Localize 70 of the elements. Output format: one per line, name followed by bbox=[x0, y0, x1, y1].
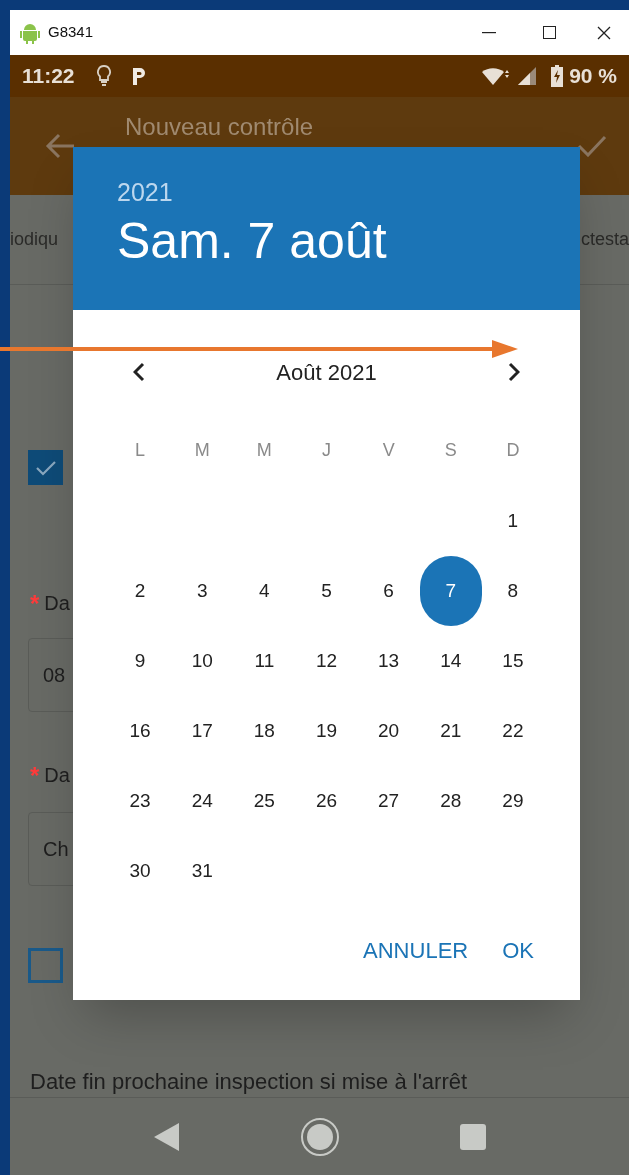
close-icon bbox=[597, 25, 611, 40]
checkbox[interactable] bbox=[28, 450, 63, 485]
back-arrow-icon[interactable] bbox=[45, 133, 75, 159]
checkbox[interactable] bbox=[28, 948, 63, 983]
calendar-day[interactable]: 14 bbox=[425, 636, 476, 686]
field-label: Da bbox=[44, 591, 70, 616]
battery-charging-icon bbox=[551, 65, 564, 87]
calendar-day[interactable]: 8 bbox=[487, 566, 538, 616]
dialog-button[interactable]: ANNULER bbox=[357, 930, 475, 970]
maximize-icon bbox=[542, 26, 556, 39]
calendar-day[interactable]: 9 bbox=[115, 636, 166, 686]
calendar-day[interactable]: 10 bbox=[177, 636, 228, 686]
calendar-day[interactable]: 23 bbox=[115, 776, 166, 826]
calendar-day[interactable]: 29 bbox=[487, 776, 538, 826]
calendar-day[interactable]: 30 bbox=[115, 846, 166, 896]
check-icon[interactable] bbox=[577, 135, 607, 157]
chevron-right-icon bbox=[508, 362, 520, 382]
calendar-day[interactable]: 19 bbox=[301, 706, 352, 756]
calendar-day[interactable]: 11 bbox=[239, 636, 290, 686]
recents-nav-icon[interactable] bbox=[459, 1123, 486, 1150]
calendar-day[interactable]: 25 bbox=[239, 776, 290, 826]
calendar-day[interactable]: 5 bbox=[301, 566, 352, 616]
screen-title: Nouveau contrôle bbox=[125, 114, 314, 140]
calendar-day[interactable]: 4 bbox=[239, 566, 290, 616]
calendar-day[interactable]: 28 bbox=[425, 776, 476, 826]
weekday-label: V bbox=[381, 438, 396, 462]
calendar-day[interactable]: 13 bbox=[363, 636, 414, 686]
calendar-day[interactable]: 24 bbox=[177, 776, 228, 826]
calendar-day[interactable]: 2 bbox=[115, 566, 166, 616]
weekday-label: D bbox=[505, 438, 521, 462]
minimize-icon bbox=[482, 31, 496, 34]
weekday-label: J bbox=[321, 438, 332, 462]
weekday-label: M bbox=[255, 438, 273, 462]
signal-icon bbox=[517, 66, 538, 86]
calendar-day[interactable]: 16 bbox=[115, 706, 166, 756]
calendar-day[interactable]: 18 bbox=[239, 706, 290, 756]
android-icon bbox=[20, 21, 40, 44]
check-icon bbox=[34, 459, 57, 476]
wifi-icon bbox=[481, 66, 512, 86]
selected-date[interactable]: Sam. 7 août bbox=[117, 211, 387, 271]
calendar-day[interactable]: 17 bbox=[177, 706, 228, 756]
calendar-day[interactable]: 27 bbox=[363, 776, 414, 826]
calendar-day[interactable]: 6 bbox=[363, 566, 414, 616]
home-nav-icon[interactable] bbox=[299, 1116, 340, 1157]
back-nav-icon[interactable] bbox=[153, 1122, 180, 1151]
weekday-label: L bbox=[134, 438, 147, 462]
calendar-day[interactable]: 7 bbox=[419, 556, 482, 626]
p-icon bbox=[130, 66, 146, 86]
required-asterisk: * bbox=[30, 760, 40, 791]
required-asterisk: * bbox=[30, 588, 40, 619]
calendar-day[interactable]: 31 bbox=[177, 846, 228, 896]
dialog-button[interactable]: OK bbox=[496, 930, 540, 970]
clock: 11:22 bbox=[22, 63, 75, 90]
chevron-left-icon bbox=[133, 362, 145, 382]
field-label: Da bbox=[44, 763, 70, 788]
field-label: Date fin prochaine inspection si mise à l'arrêt bbox=[29, 1068, 468, 1095]
weekday-label: S bbox=[443, 438, 458, 462]
calendar-day[interactable]: 15 bbox=[487, 636, 538, 686]
calendar-day[interactable]: 1 bbox=[487, 496, 538, 546]
calendar-day[interactable]: 22 bbox=[487, 706, 538, 756]
calendar-day[interactable]: 21 bbox=[425, 706, 476, 756]
calendar-day[interactable]: 20 bbox=[363, 706, 414, 756]
calendar-day[interactable]: 26 bbox=[301, 776, 352, 826]
lightbulb-icon bbox=[96, 65, 111, 87]
calendar-day[interactable]: 3 bbox=[177, 566, 228, 616]
month-title: Août 2021 bbox=[275, 358, 378, 387]
calendar-day[interactable]: 12 bbox=[301, 636, 352, 686]
battery-percentage: 90 % bbox=[569, 63, 617, 90]
window-title: G8341 bbox=[48, 22, 94, 43]
weekday-label: M bbox=[193, 438, 211, 462]
